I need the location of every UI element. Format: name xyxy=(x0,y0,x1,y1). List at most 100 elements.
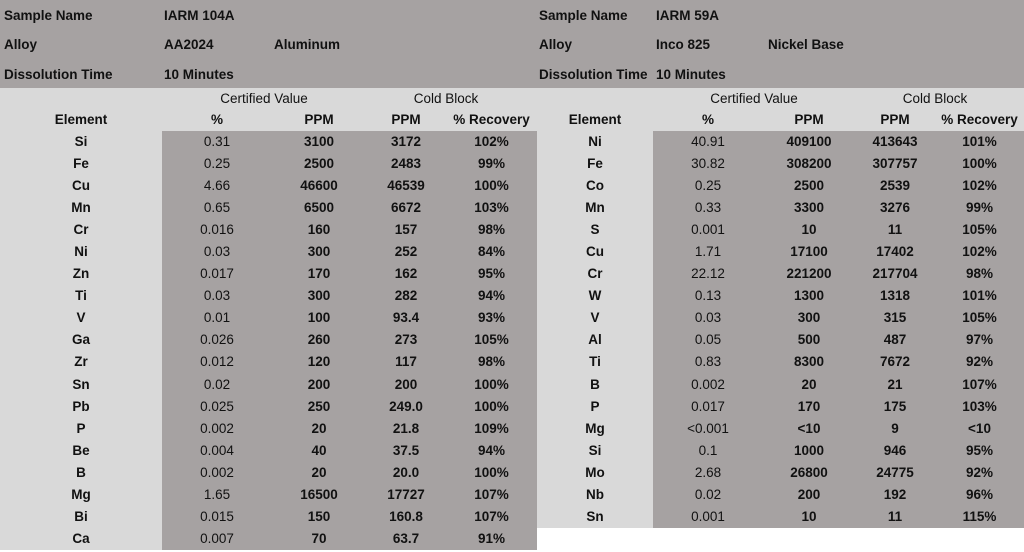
right-header-recovery: % Recovery xyxy=(941,112,1018,127)
right-cell-recovery: 102% xyxy=(935,175,1024,198)
left-cell-ppm-cold: 63.7 xyxy=(366,527,446,550)
left-cell-element: Fe xyxy=(0,153,162,176)
left-cell-ppm-cold: 46539 xyxy=(366,175,446,198)
left-cell-recovery: 100% xyxy=(446,175,537,198)
right-cell-ppm-certified: 308200 xyxy=(763,153,855,176)
table-row: Ni 40.91 409100 413643 101% xyxy=(537,131,1024,154)
right-cell-element: Mg xyxy=(537,417,653,440)
left-cell-percent: 0.02 xyxy=(162,373,272,396)
left-cell-ppm-certified: 250 xyxy=(272,395,366,418)
left-cell-ppm-certified: 6500 xyxy=(272,197,366,220)
table-row: Sn 0.001 10 11 115% xyxy=(537,505,1024,528)
table-row: V 0.03 300 315 105% xyxy=(537,307,1024,330)
left-header-percent: % xyxy=(210,112,223,127)
table-row: Ti 0.03 300 282 94% xyxy=(0,285,537,308)
right-group-header: Certified Value Cold Block xyxy=(537,88,1024,109)
left-cell-ppm-cold: 252 xyxy=(366,241,446,264)
right-cell-ppm-certified: <10 xyxy=(763,417,855,440)
left-cell-recovery: 107% xyxy=(446,483,537,506)
right-cell-percent: 0.25 xyxy=(653,175,763,198)
left-cell-element: P xyxy=(0,417,162,440)
right-cell-recovery: 95% xyxy=(935,439,1024,462)
table-row: Co 0.25 2500 2539 102% xyxy=(537,175,1024,198)
right-dissolution-value: 10 Minutes xyxy=(656,67,726,82)
left-header-ppm-cold: PPM xyxy=(391,112,421,127)
right-cell-ppm-cold: 9 xyxy=(855,417,935,440)
left-cell-percent: 0.017 xyxy=(162,263,272,286)
right-cell-ppm-cold: 2539 xyxy=(855,175,935,198)
right-cell-ppm-certified: 300 xyxy=(763,307,855,330)
right-cell-element: Nb xyxy=(537,483,653,506)
right-cell-ppm-cold: 307757 xyxy=(855,153,935,176)
left-alloy-type: Aluminum xyxy=(274,37,340,52)
left-cell-ppm-cold: 20.0 xyxy=(366,461,446,484)
table-row: Si 0.1 1000 946 95% xyxy=(537,439,1024,462)
left-cell-ppm-certified: 40 xyxy=(272,439,366,462)
right-cell-ppm-cold: 24775 xyxy=(855,461,935,484)
right-cell-element: B xyxy=(537,373,653,396)
left-cell-ppm-cold: 162 xyxy=(366,263,446,286)
right-cell-element: Sn xyxy=(537,505,653,528)
left-cell-percent: 0.007 xyxy=(162,527,272,550)
right-cell-recovery: 107% xyxy=(935,373,1024,396)
right-cell-ppm-certified: 200 xyxy=(763,483,855,506)
right-certified-value-label: Certified Value xyxy=(710,91,798,106)
left-cell-ppm-cold: 282 xyxy=(366,285,446,308)
right-cell-ppm-certified: 20 xyxy=(763,373,855,396)
left-cell-ppm-cold: 21.8 xyxy=(366,417,446,440)
left-cell-recovery: 109% xyxy=(446,417,537,440)
left-cell-recovery: 107% xyxy=(446,505,537,528)
left-cell-ppm-certified: 300 xyxy=(272,285,366,308)
left-table-body: Si 0.31 3100 3172 102% Fe 0.25 2500 2483 99% Cu 4.6… xyxy=(0,131,537,550)
table-row: Nb 0.02 200 192 96% xyxy=(537,483,1024,506)
left-cell-ppm-cold: 2483 xyxy=(366,153,446,176)
table-row: Ca 0.007 70 63.7 91% xyxy=(0,527,537,550)
left-cell-ppm-cold: 37.5 xyxy=(366,439,446,462)
left-cell-element: Ga xyxy=(0,329,162,352)
right-cell-ppm-cold: 175 xyxy=(855,395,935,418)
right-cell-element: Co xyxy=(537,175,653,198)
right-cell-recovery: 101% xyxy=(935,131,1024,154)
table-row: Zn 0.017 170 162 95% xyxy=(0,263,537,286)
right-sample-name-label: Sample Name xyxy=(539,8,628,23)
left-certified-value-label: Certified Value xyxy=(220,91,308,106)
left-cell-percent: 0.03 xyxy=(162,285,272,308)
right-cell-recovery: 102% xyxy=(935,241,1024,264)
right-cell-element: W xyxy=(537,285,653,308)
table-row: Bi 0.015 150 160.8 107% xyxy=(0,505,537,528)
table-row: Cu 4.66 46600 46539 100% xyxy=(0,175,537,198)
left-cell-ppm-certified: 2500 xyxy=(272,153,366,176)
table-row: P 0.017 170 175 103% xyxy=(537,395,1024,418)
left-cell-recovery: 94% xyxy=(446,439,537,462)
right-header-ppm-cold: PPM xyxy=(880,112,910,127)
right-cell-percent: 1.71 xyxy=(653,241,763,264)
right-cell-ppm-certified: 3300 xyxy=(763,197,855,220)
left-cell-percent: 0.03 xyxy=(162,241,272,264)
left-cell-element: Zn xyxy=(0,263,162,286)
left-cell-ppm-certified: 20 xyxy=(272,417,366,440)
left-cell-element: Bi xyxy=(0,505,162,528)
right-cell-recovery: 100% xyxy=(935,153,1024,176)
right-cell-ppm-cold: 413643 xyxy=(855,131,935,154)
left-cell-recovery: 99% xyxy=(446,153,537,176)
table-row: Fe 0.25 2500 2483 99% xyxy=(0,153,537,176)
left-cell-ppm-certified: 260 xyxy=(272,329,366,352)
left-cell-ppm-cold: 157 xyxy=(366,219,446,242)
left-cell-percent: 0.01 xyxy=(162,307,272,330)
left-cold-block-label: Cold Block xyxy=(413,91,479,106)
right-alloy-value: Inco 825 xyxy=(656,37,711,52)
right-sample-name-value: IARM 59A xyxy=(656,8,720,23)
right-cell-recovery: 99% xyxy=(935,197,1024,220)
left-cell-ppm-certified: 46600 xyxy=(272,175,366,198)
left-cell-ppm-certified: 100 xyxy=(272,307,366,330)
left-cell-ppm-cold: 160.8 xyxy=(366,505,446,528)
left-cell-percent: 0.016 xyxy=(162,219,272,242)
right-cell-ppm-cold: 192 xyxy=(855,483,935,506)
left-cell-element: Zr xyxy=(0,351,162,374)
right-cell-ppm-cold: 3276 xyxy=(855,197,935,220)
right-cell-percent: 0.002 xyxy=(653,373,763,396)
right-cell-percent: 40.91 xyxy=(653,131,763,154)
right-cell-element: Mn xyxy=(537,197,653,220)
left-cell-recovery: 98% xyxy=(446,219,537,242)
table-row: Be 0.004 40 37.5 94% xyxy=(0,439,537,462)
